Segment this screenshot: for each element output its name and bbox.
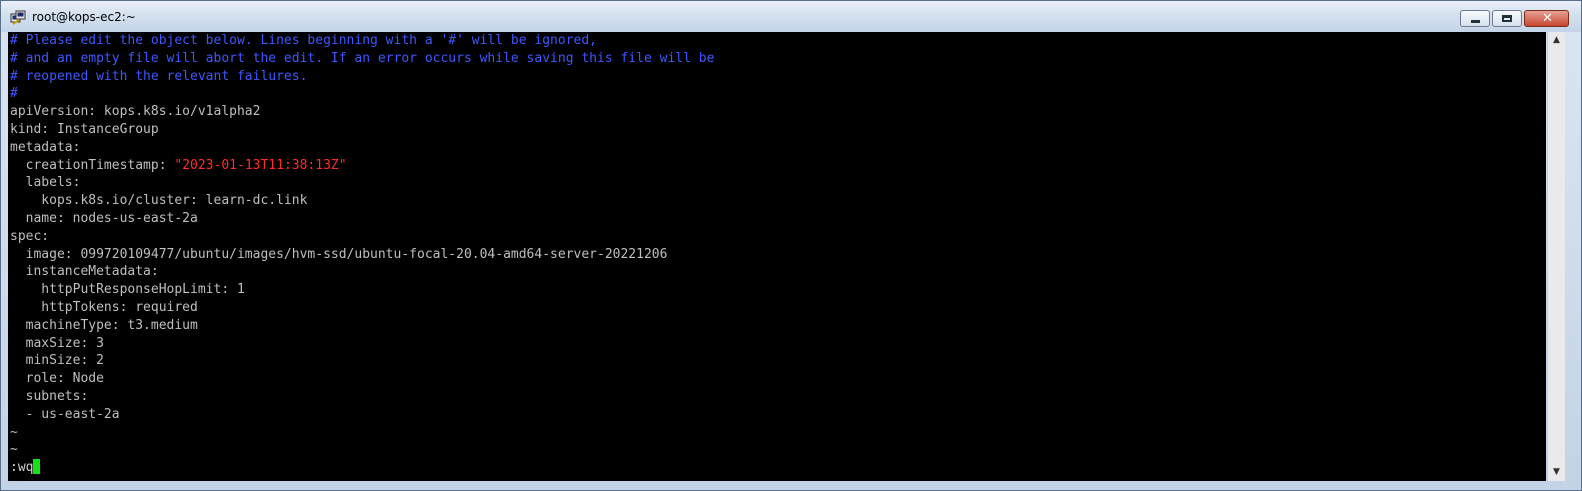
close-icon: ✕ xyxy=(1542,11,1553,26)
terminal-line: # reopened with the relevant failures. xyxy=(10,68,714,86)
terminal-line: image: 099720109477/ubuntu/images/hvm-ss… xyxy=(10,246,714,264)
terminal-line-text: apiVersion: kops.k8s.io/v1alpha2 xyxy=(10,104,261,120)
terminal-line: labels: xyxy=(10,174,714,192)
terminal-line: instanceMetadata: xyxy=(10,263,714,281)
terminal-line: kind: InstanceGroup xyxy=(10,121,714,139)
terminal-line-text: instanceMetadata: xyxy=(10,264,159,280)
terminal-line: httpTokens: required xyxy=(10,299,714,317)
terminal-line: subnets: xyxy=(10,388,714,406)
terminal-line: httpPutResponseHopLimit: 1 xyxy=(10,281,714,299)
terminal-line-text: labels: xyxy=(10,175,81,191)
text-cursor xyxy=(33,459,41,475)
terminal-line-text: # and an empty file will abort the edit.… xyxy=(10,50,715,66)
terminal-line: role: Node xyxy=(10,370,714,388)
terminal-line-text: metadata: xyxy=(10,139,81,155)
terminal-line: spec: xyxy=(10,228,714,246)
terminal-line-text: - us-east-2a xyxy=(10,406,120,422)
terminal-line: machineType: t3.medium xyxy=(10,317,714,335)
terminal-line-text: # xyxy=(10,86,18,102)
terminal-line: - us-east-2a xyxy=(10,406,714,424)
putty-icon xyxy=(10,10,26,25)
terminal-line-text: name: nodes-us-east-2a xyxy=(10,210,198,226)
terminal-line-text: maxSize: 3 xyxy=(10,335,104,351)
window-title: root@kops-ec2:~ xyxy=(32,10,136,24)
minimize-icon xyxy=(1471,20,1480,23)
terminal-window: root@kops-ec2:~ ✕ # Please edit the obje… xyxy=(0,0,1582,491)
terminal-line: creationTimestamp: "2023-01-13T11:38:13Z… xyxy=(10,157,714,175)
string-value: "2023-01-13T11:38:13Z" xyxy=(174,157,347,173)
terminal-line-text: ~ xyxy=(10,442,18,458)
terminal-line: apiVersion: kops.k8s.io/v1alpha2 xyxy=(10,103,714,121)
terminal-line: maxSize: 3 xyxy=(10,335,714,353)
vim-command-text: :wq xyxy=(10,460,34,476)
terminal-line-text: role: Node xyxy=(10,371,104,387)
terminal-line-text: machineType: t3.medium xyxy=(10,317,198,333)
terminal-line: ~ xyxy=(10,441,714,459)
terminal-line-text: kind: InstanceGroup xyxy=(10,121,159,137)
minimize-button[interactable] xyxy=(1460,10,1490,27)
terminal-line-text: spec: xyxy=(10,228,50,244)
vim-command-line[interactable]: :wq xyxy=(10,459,714,477)
title-bar[interactable]: root@kops-ec2:~ ✕ xyxy=(1,1,1581,32)
terminal-line: kops.k8s.io/cluster: learn-dc.link xyxy=(10,192,714,210)
terminal-screen[interactable]: # Please edit the object below. Lines be… xyxy=(8,32,1546,481)
terminal-content: # Please edit the object below. Lines be… xyxy=(10,32,714,477)
terminal-line-text: httpPutResponseHopLimit: 1 xyxy=(10,282,245,298)
close-button[interactable]: ✕ xyxy=(1524,10,1569,27)
terminal-line: name: nodes-us-east-2a xyxy=(10,210,714,228)
terminal-line: minSize: 2 xyxy=(10,352,714,370)
terminal-line-text: # reopened with the relevant failures. xyxy=(10,68,308,84)
terminal-line: # and an empty file will abort the edit.… xyxy=(10,50,714,68)
scroll-up-arrow-icon[interactable]: ▲ xyxy=(1548,32,1565,49)
maximize-button[interactable] xyxy=(1492,10,1522,27)
terminal-line-text: ~ xyxy=(10,424,18,440)
terminal-line-text: subnets: xyxy=(10,388,89,404)
terminal-line-text: httpTokens: required xyxy=(10,299,198,315)
terminal-line: ~ xyxy=(10,424,714,442)
terminal-line: metadata: xyxy=(10,139,714,157)
maximize-icon xyxy=(1502,15,1512,22)
terminal-line: # xyxy=(10,85,714,103)
vertical-scrollbar[interactable]: ▲ ▼ xyxy=(1547,32,1565,481)
terminal-line: # Please edit the object below. Lines be… xyxy=(10,32,714,50)
terminal-line-text: image: 099720109477/ubuntu/images/hvm-ss… xyxy=(10,246,668,262)
terminal-line-text: minSize: 2 xyxy=(10,353,104,369)
scroll-down-arrow-icon[interactable]: ▼ xyxy=(1548,464,1565,481)
terminal-line-text: kops.k8s.io/cluster: learn-dc.link xyxy=(10,193,308,209)
terminal-line-text: creationTimestamp: xyxy=(10,157,175,173)
terminal-line-text: # Please edit the object below. Lines be… xyxy=(10,33,597,48)
